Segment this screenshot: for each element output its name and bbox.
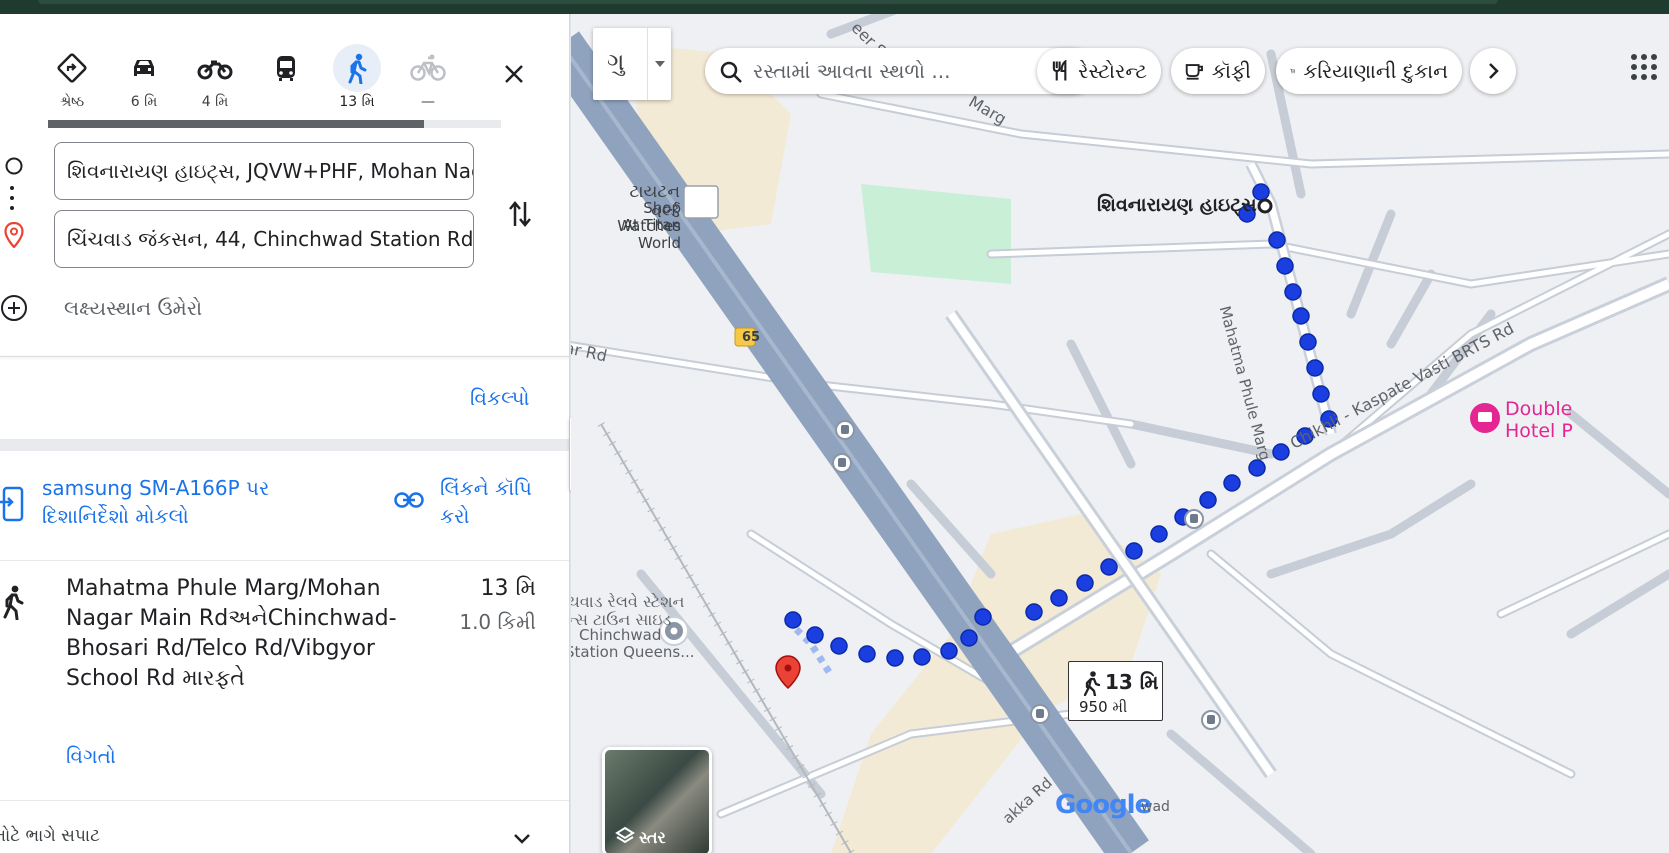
elevation-summary: મોટે ભાગે સપાટ: [0, 826, 100, 846]
send-to-phone-link[interactable]: samsung SM-A166P પર દિશાનિર્દેશો મોકલો: [42, 474, 322, 530]
swap-icon: [509, 201, 531, 227]
search-icon: [719, 60, 743, 89]
map-canvas[interactable]: 65 ટાયટન વર્લ્ડ Shop Watches At Titan Wo…: [571, 14, 1669, 853]
trip-duration: 13 મિ: [480, 576, 537, 601]
route-via-text: Mahatma Phule Marg/Mohan Nagar Main Rdઅન…: [66, 576, 397, 691]
mode-drive[interactable]: 6 મિ: [116, 44, 172, 122]
callout-distance: 950 મી: [1079, 698, 1128, 716]
directions-panel: શ્રેષ્ઠ 6 મિ 4 મિ 13 મિ — શિવનારાયણ હાઇટ…: [0, 14, 570, 853]
window-top-bar: [0, 0, 1669, 14]
elevation-row[interactable]: મોટે ભાગે સપાટ: [0, 820, 569, 853]
coffee-icon: [1185, 64, 1203, 80]
walk-icon: [0, 584, 26, 625]
send-line2: દિશાનિર્દેશો મોકલો: [42, 504, 189, 528]
mode-walk[interactable]: 13 મિ: [329, 44, 385, 122]
road-label-wad: wad: [1141, 799, 1170, 815]
apps-grid-icon[interactable]: [1629, 52, 1659, 87]
destination-pin-icon: [4, 221, 24, 249]
trip-distance: 1.0 કિમી: [459, 610, 536, 634]
options-link[interactable]: વિકલ્પો: [470, 386, 529, 410]
origin-field[interactable]: શિવનારાયણ હાઇટ્સ, JQVW+PHF, Mohan Nagar: [54, 142, 474, 200]
search-placeholder: રસ્તામાં આવતા સ્થળો ...: [753, 59, 951, 83]
poi-titan-en2: At Titan World: [622, 216, 681, 252]
close-icon: [505, 65, 523, 83]
layers-icon: [615, 826, 635, 844]
copy-link-button[interactable]: લિંકને કૉપિ કરો: [440, 474, 550, 530]
chip-grocery[interactable]: કરિયાણાની દુકાન: [1276, 48, 1462, 94]
divider: [0, 560, 569, 561]
walk-icon: [333, 44, 381, 92]
mode-transit[interactable]: [258, 44, 314, 122]
station-label-en2: Station Queens...: [571, 643, 695, 661]
close-directions-button[interactable]: [494, 54, 534, 94]
callout-duration: 13 મિ: [1105, 670, 1159, 694]
language-label: ગુ: [607, 48, 625, 76]
add-circle-icon: [1, 295, 27, 321]
restaurant-icon: [1052, 60, 1067, 81]
origin-map-label: શિવનારાયણ હાઇટ્સ: [1097, 194, 1257, 216]
mode-bicycle[interactable]: —: [400, 44, 456, 122]
share-row: samsung SM-A166P પર દિશાનિર્દેશો મોકલો લ…: [0, 466, 569, 546]
transit-icon: [262, 44, 310, 92]
language-picker[interactable]: ગુ: [593, 28, 671, 100]
link-icon[interactable]: [394, 492, 424, 513]
divider: [0, 800, 569, 801]
best-route-icon: [48, 44, 96, 92]
divider: [0, 356, 569, 357]
add-destination-label: લક્ષ્યસ્થાન ઉમેરો: [64, 296, 203, 320]
highway-shield-label: 65: [742, 330, 761, 345]
route-inputs: શિવનારાયણ હાઇટ્સ, JQVW+PHF, Mohan Nagar …: [0, 142, 569, 342]
send-line1: samsung SM-A166P પર: [42, 476, 270, 500]
station-label-en1: Chinchwad: [579, 626, 662, 644]
motorcycle-icon: [191, 44, 239, 92]
chevron-down-icon: [510, 826, 534, 853]
copy-line1: લિંકને કૉપિ: [440, 476, 532, 500]
bicycle-icon: [404, 44, 452, 92]
mode-best[interactable]: શ્રેષ્ઠ: [44, 44, 100, 122]
chip-restaurants[interactable]: રેસ્ટોરન્ટ: [1037, 48, 1161, 94]
details-link[interactable]: વિગતો: [66, 744, 116, 768]
hotel-label2: Hotel P: [1505, 420, 1573, 442]
destination-field[interactable]: ચિંચવાડ જંકસન, 44, Chinchwad Station Rd,: [54, 210, 474, 268]
trip-summary: Mahatma Phule Marg/Mohan Nagar Main Rdઅન…: [0, 574, 569, 774]
origin-circle-icon: [4, 156, 24, 176]
copy-line2: કરો: [440, 504, 470, 528]
walk-icon: [1083, 671, 1101, 696]
chip-label: કરિયાણાની દુકાન: [1303, 59, 1448, 83]
layers-label: સ્તર: [639, 828, 666, 847]
caret-down-icon[interactable]: [647, 28, 671, 100]
add-destination-button[interactable]: લક્ષ્યસ્થાન ઉમેરો: [0, 288, 202, 328]
chips-next-button[interactable]: [1470, 48, 1516, 94]
route-duration-callout[interactable]: 13 મિ 950 મી: [1068, 661, 1163, 721]
route-dots-icon: [6, 184, 26, 214]
cart-icon: [1290, 68, 1296, 74]
chip-label: કૉફી: [1211, 59, 1251, 83]
send-to-phone-icon[interactable]: [0, 486, 26, 527]
hotel-label1: Double: [1505, 398, 1573, 420]
swap-endpoints-button[interactable]: [500, 192, 540, 236]
section-divider: [0, 439, 569, 451]
google-logo: Google: [1055, 790, 1152, 820]
mode-loading-bar: [48, 120, 501, 128]
car-icon: [120, 44, 168, 92]
layers-button[interactable]: સ્તર: [602, 747, 712, 853]
mode-motorcycle[interactable]: 4 મિ: [187, 44, 243, 122]
chevron-right-icon: [1489, 63, 1499, 79]
travel-mode-bar: શ્રેષ્ઠ 6 મિ 4 મિ 13 મિ —: [44, 44, 534, 122]
chip-coffee[interactable]: કૉફી: [1171, 48, 1265, 94]
station-label-gu1: ચવાડ રેલવે સ્ટેશન: [571, 592, 685, 611]
chip-label: રેસ્ટોરન્ટ: [1078, 59, 1147, 83]
